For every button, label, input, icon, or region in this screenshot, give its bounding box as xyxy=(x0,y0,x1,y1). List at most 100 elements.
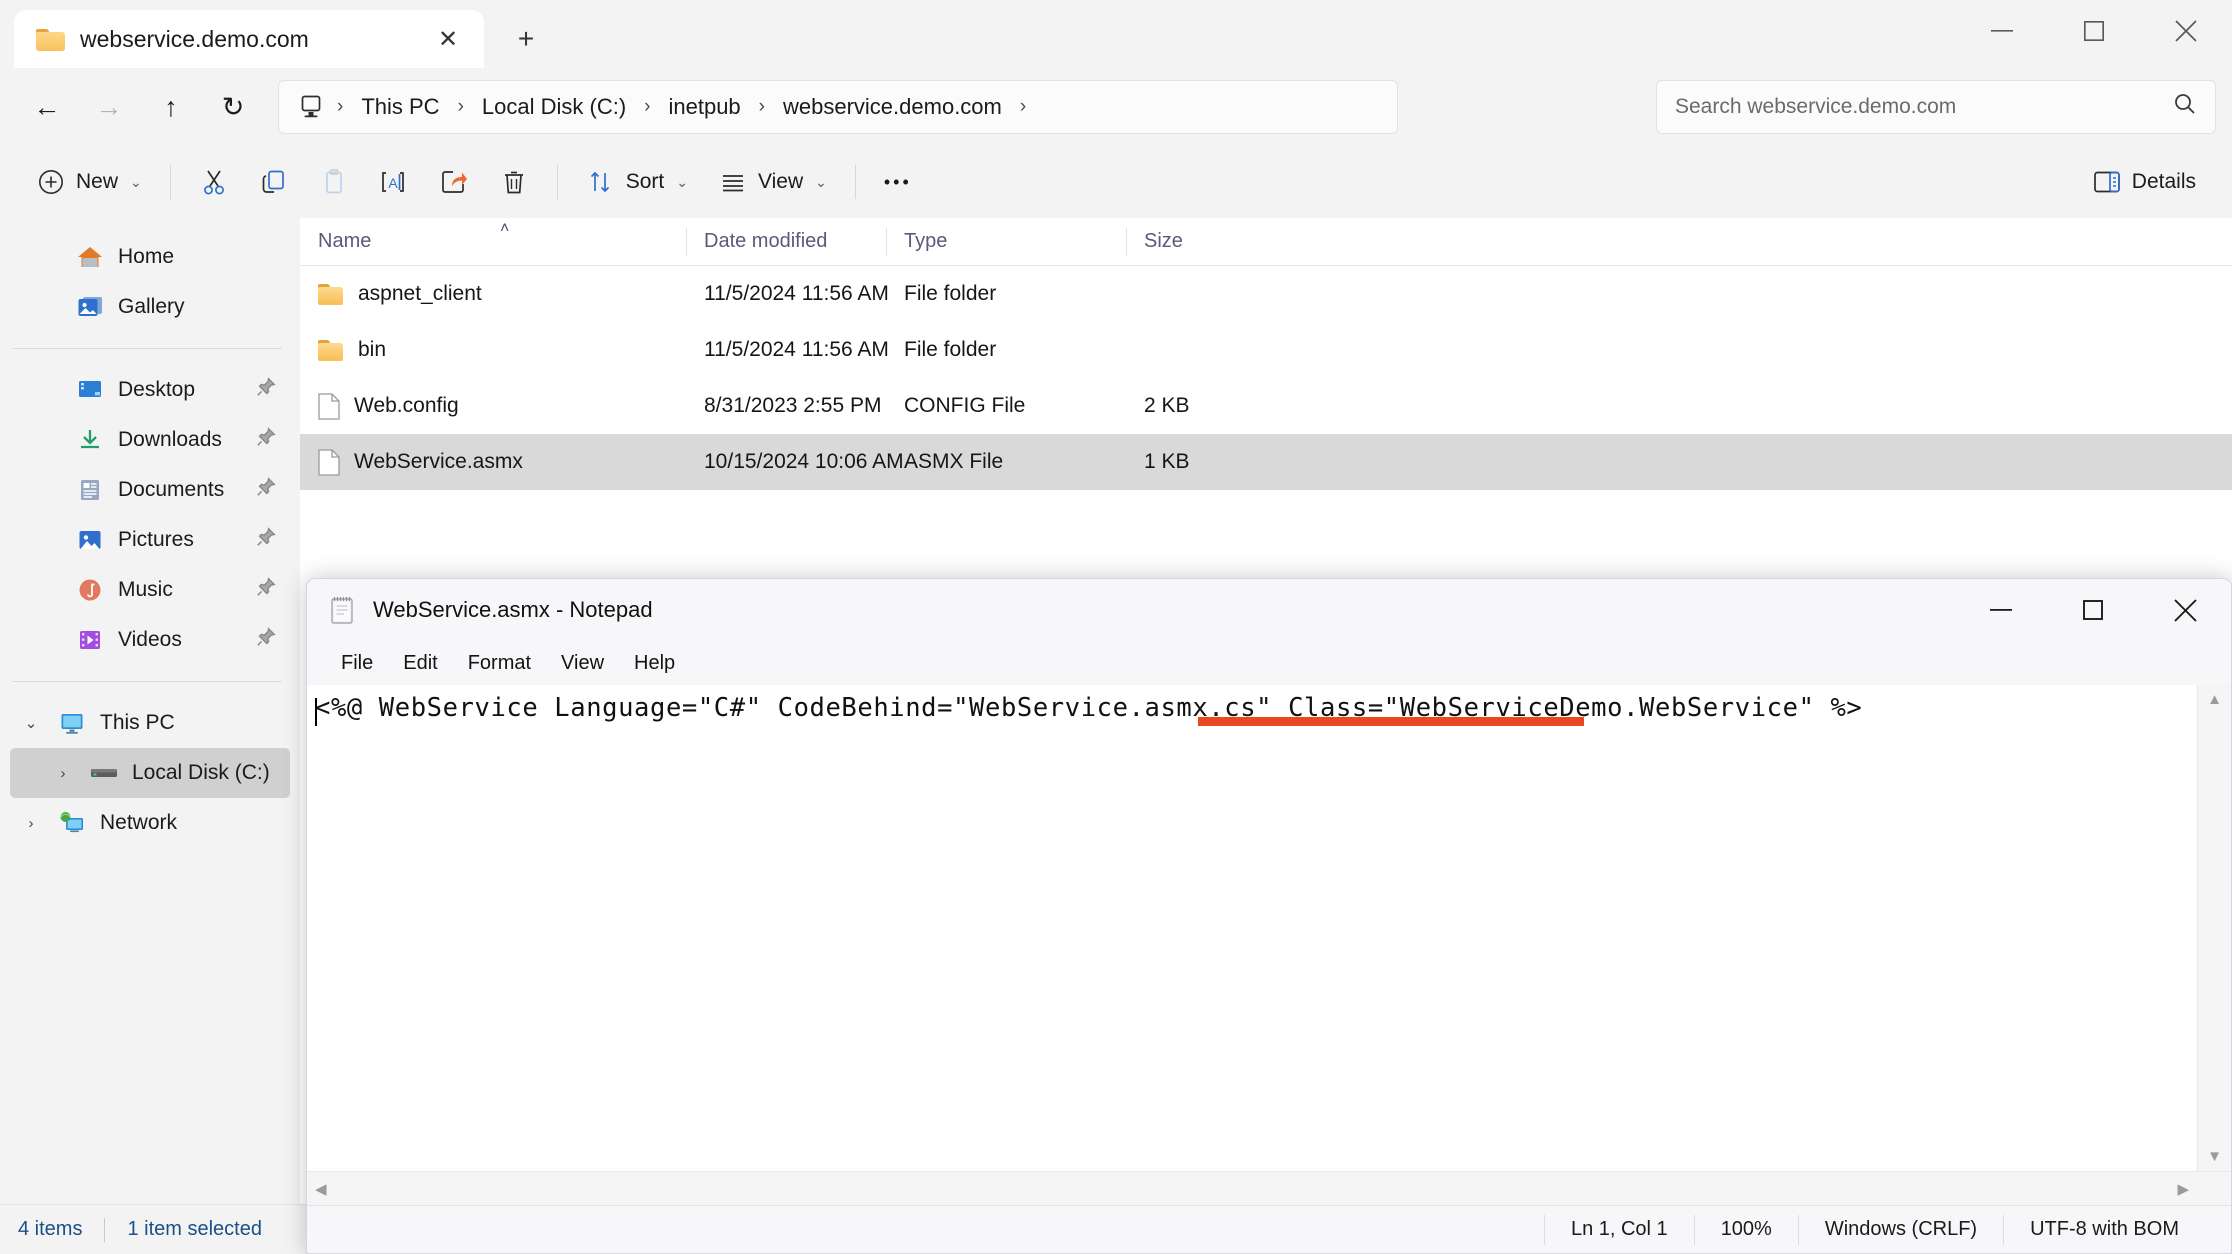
breadcrumb-item-local-disk[interactable]: Local Disk (C:) xyxy=(472,90,636,124)
search-input[interactable] xyxy=(1675,95,2173,119)
notepad-close-button[interactable] xyxy=(2139,579,2231,641)
encoding[interactable]: UTF-8 with BOM xyxy=(2003,1214,2205,1245)
zoom-level[interactable]: 100% xyxy=(1693,1214,1798,1245)
file-type: File folder xyxy=(904,338,997,361)
breadcrumb-item-webservice-demo-com[interactable]: webservice.demo.com xyxy=(773,90,1012,124)
sidebar-item-label: Network xyxy=(100,811,178,834)
more-options-button[interactable]: ••• xyxy=(870,156,926,208)
menu-help[interactable]: Help xyxy=(622,647,687,680)
rename-button[interactable]: A xyxy=(365,156,423,208)
close-window-button[interactable] xyxy=(2140,0,2232,62)
pin-icon[interactable] xyxy=(256,477,276,503)
scroll-right-icon[interactable]: ▶ xyxy=(2177,1180,2189,1198)
chevron-right-icon[interactable]: › xyxy=(50,765,76,782)
column-header-name[interactable]: Name xyxy=(300,218,686,266)
file-name-cell: Web.config xyxy=(300,392,686,420)
sidebar-item-network[interactable]: › Network xyxy=(10,798,290,848)
column-header-size[interactable]: Size xyxy=(1126,218,1271,266)
downloads-icon xyxy=(76,428,104,452)
explorer-tab[interactable]: webservice.demo.com ✕ xyxy=(14,10,484,68)
sidebar-item-documents[interactable]: Documents xyxy=(10,465,290,515)
chevron-down-icon: ⌄ xyxy=(130,173,142,190)
menu-file[interactable]: File xyxy=(329,647,385,680)
sidebar-item-music[interactable]: Music xyxy=(10,565,290,615)
folder-icon xyxy=(318,283,344,305)
copy-button[interactable] xyxy=(245,156,303,208)
breadcrumb[interactable]: › This PC › Local Disk (C:) › inetpub › … xyxy=(278,80,1398,134)
pin-icon[interactable] xyxy=(256,427,276,453)
paste-button[interactable] xyxy=(305,156,363,208)
table-row[interactable]: bin 11/5/2024 11:56 AM File folder xyxy=(300,322,2232,378)
refresh-button[interactable]: ↻ xyxy=(202,81,264,133)
file-name-cell: aspnet_client xyxy=(300,282,686,306)
new-button[interactable]: New ⌄ xyxy=(22,156,156,208)
scroll-up-icon[interactable]: ▲ xyxy=(2207,691,2222,708)
sidebar-item-home[interactable]: Home xyxy=(10,232,290,282)
notepad-icon xyxy=(329,595,357,625)
sidebar-item-this-pc[interactable]: ⌄ This PC xyxy=(10,698,290,748)
search-icon[interactable] xyxy=(2173,92,2197,122)
up-button[interactable]: ↑ xyxy=(140,81,202,133)
chevron-right-icon[interactable]: › xyxy=(18,815,44,832)
scroll-left-icon[interactable]: ◀ xyxy=(315,1180,327,1198)
ellipsis-icon: ••• xyxy=(883,171,912,192)
sidebar-item-downloads[interactable]: Downloads xyxy=(10,415,290,465)
notepad-minimize-button[interactable] xyxy=(1955,579,2047,641)
menu-format[interactable]: Format xyxy=(456,647,543,680)
sidebar-item-gallery[interactable]: Gallery xyxy=(10,282,290,332)
table-row[interactable]: aspnet_client 11/5/2024 11:56 AM File fo… xyxy=(300,266,2232,322)
column-header-type[interactable]: Type xyxy=(886,218,1126,266)
file-date: 11/5/2024 11:56 AM xyxy=(704,338,889,361)
plus-circle-icon xyxy=(36,169,66,195)
sidebar-item-videos[interactable]: Videos xyxy=(10,615,290,665)
close-tab-icon[interactable]: ✕ xyxy=(426,17,470,61)
share-button[interactable] xyxy=(425,156,483,208)
notepad-horizontal-scrollbar[interactable]: ◀ ▶ xyxy=(307,1171,2231,1205)
menu-edit[interactable]: Edit xyxy=(391,647,449,680)
table-row[interactable]: WebService.asmx 10/15/2024 10:06 AM ASMX… xyxy=(300,434,2232,490)
file-type: ASMX File xyxy=(904,450,1004,473)
details-pane-button[interactable]: Details xyxy=(2078,156,2210,208)
tab-title: webservice.demo.com xyxy=(80,25,309,52)
back-button[interactable]: ← xyxy=(16,81,78,133)
cursor-position[interactable]: Ln 1, Col 1 xyxy=(1543,1214,1694,1245)
pin-icon[interactable] xyxy=(256,377,276,403)
home-icon xyxy=(76,245,104,269)
pin-icon[interactable] xyxy=(256,527,276,553)
notepad-maximize-button[interactable] xyxy=(2047,579,2139,641)
maximize-button[interactable] xyxy=(2048,0,2140,62)
notepad-text-area[interactable]: <%@ WebService Language="C#" CodeBehind=… xyxy=(307,685,2197,1171)
table-row[interactable]: Web.config 8/31/2023 2:55 PM CONFIG File… xyxy=(300,378,2232,434)
sort-button[interactable]: Sort ⌄ xyxy=(572,156,702,208)
notepad-vertical-scrollbar[interactable]: ▲ ▼ xyxy=(2197,685,2231,1171)
sidebar-item-pictures[interactable]: Pictures xyxy=(10,515,290,565)
line-endings[interactable]: Windows (CRLF) xyxy=(1797,1214,2003,1245)
sidebar-item-label: Documents xyxy=(118,478,225,501)
pin-icon[interactable] xyxy=(256,577,276,603)
pin-icon[interactable] xyxy=(256,627,276,653)
sidebar-item-desktop[interactable]: Desktop xyxy=(10,365,290,415)
forward-button[interactable]: → xyxy=(78,81,140,133)
menu-view[interactable]: View xyxy=(549,647,616,680)
file-date: 10/15/2024 10:06 AM xyxy=(704,450,904,473)
notepad-titlebar: WebService.asmx - Notepad xyxy=(307,579,2231,641)
sidebar-item-label: Pictures xyxy=(118,528,194,551)
breadcrumb-item-inetpub[interactable]: inetpub xyxy=(658,90,750,124)
scroll-down-icon[interactable]: ▼ xyxy=(2207,1148,2222,1165)
breadcrumb-item-this-pc[interactable]: This PC xyxy=(351,90,449,124)
horizontal-scroll-track[interactable]: ◀ ▶ xyxy=(307,1172,2197,1205)
chevron-down-icon[interactable]: ⌄ xyxy=(18,714,44,732)
notepad-content: <%@ WebService Language="C#" CodeBehind=… xyxy=(315,693,1863,723)
delete-button[interactable] xyxy=(485,156,543,208)
minimize-button[interactable] xyxy=(1956,0,2048,62)
cut-button[interactable] xyxy=(185,156,243,208)
search-box[interactable] xyxy=(1656,80,2216,134)
new-tab-button[interactable]: + xyxy=(504,17,548,61)
sidebar-item-local-disk-c[interactable]: › Local Disk (C:) xyxy=(10,748,290,798)
view-button[interactable]: View ⌄ xyxy=(704,156,841,208)
sidebar-divider xyxy=(12,348,282,349)
file-icon xyxy=(318,392,340,420)
file-size: 2 KB xyxy=(1144,394,1190,417)
column-header-date-modified[interactable]: Date modified xyxy=(686,218,886,266)
sidebar-item-label: Downloads xyxy=(118,428,222,451)
